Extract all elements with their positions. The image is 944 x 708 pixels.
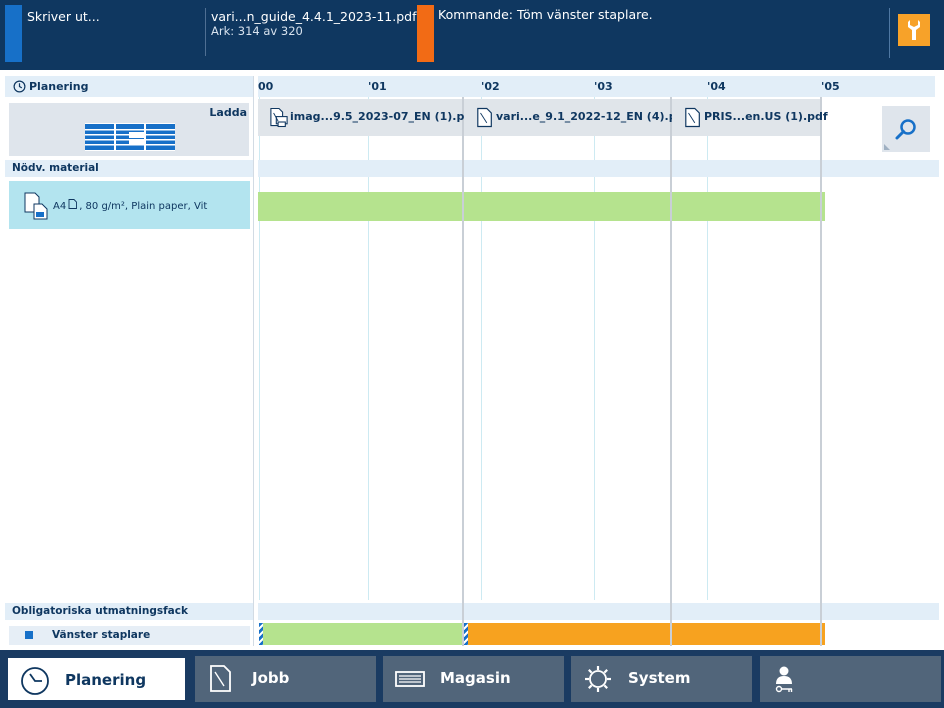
load-paper-area[interactable]: Ladda xyxy=(9,103,249,156)
tab-magasin[interactable]: Magasin xyxy=(383,656,564,702)
current-job-name[interactable]: vari...n_guide_4.4.1_2023-11.pdf xyxy=(211,9,417,24)
load-label: Ladda xyxy=(209,106,247,119)
search-icon xyxy=(895,119,916,140)
output-bar-pending xyxy=(468,623,825,645)
output-bar-completed xyxy=(263,623,462,645)
planning-panel-title: Planering xyxy=(29,80,89,93)
tab-jobb[interactable]: Jobb xyxy=(195,656,376,702)
tab-label: System xyxy=(628,669,691,687)
tab-label: Planering xyxy=(65,671,147,689)
current-job-progress: Ark: 314 av 320 xyxy=(211,24,303,38)
material-usage-bar xyxy=(258,192,825,221)
clock-icon xyxy=(21,667,49,695)
timeline-tick: '01 xyxy=(368,80,387,93)
job-card[interactable]: vari...e_9.1_2022-12_EN (4).pdf xyxy=(464,99,689,136)
timeline-tick: '04 xyxy=(707,80,726,93)
bottom-navigation: Planering Jobb Magasin System xyxy=(0,650,944,708)
zoom-button[interactable] xyxy=(882,106,930,152)
timeline-tick: '02 xyxy=(481,80,500,93)
job-separator xyxy=(670,97,672,646)
tray-icon xyxy=(395,671,425,687)
tab-label: Jobb xyxy=(252,669,290,687)
document-icon xyxy=(685,107,700,128)
job-separator xyxy=(820,97,822,646)
document-icon xyxy=(477,107,492,128)
job-card[interactable]: imag...9.5_2023-07_EN (1).pdf xyxy=(258,99,477,136)
required-material-section: Nödv. material xyxy=(5,160,253,177)
job-separator xyxy=(462,97,464,646)
printer-console: Skriver ut... vari...n_guide_4.4.1_2023-… xyxy=(0,0,944,708)
clock-icon xyxy=(13,80,26,93)
status-header: Skriver ut... vari...n_guide_4.4.1_2023-… xyxy=(0,0,944,70)
material-description: A4 , 80 g/m², Plain paper, Vit xyxy=(53,199,207,212)
tab-user[interactable] xyxy=(760,656,941,702)
wrench-icon xyxy=(908,20,920,40)
paper-stack-icon xyxy=(24,192,48,220)
header-divider xyxy=(889,8,890,58)
output-timeline-band xyxy=(258,603,939,620)
paper-properties: , 80 g/m², Plain paper, Vit xyxy=(79,201,208,212)
expand-corner-icon xyxy=(884,144,890,150)
job-name: imag...9.5_2023-07_EN (1).pdf xyxy=(290,110,478,123)
timeline-tick: 00 xyxy=(258,80,274,93)
gear-icon xyxy=(585,666,611,692)
printing-document-icon xyxy=(270,107,288,128)
job-name: PRIS...en.US (1).pdf xyxy=(704,110,828,123)
required-material-title: Nödv. material xyxy=(12,162,99,174)
user-key-icon xyxy=(775,666,793,693)
paper-trays-icon xyxy=(85,123,175,151)
printing-status-indicator xyxy=(5,5,22,62)
portrait-orientation-icon xyxy=(68,199,78,209)
stacker-icon xyxy=(25,631,33,639)
header-divider xyxy=(205,8,206,56)
material-item[interactable]: A4 , 80 g/m², Plain paper, Vit xyxy=(9,181,250,229)
material-timeline-band xyxy=(258,160,939,177)
tab-system[interactable]: System xyxy=(571,656,752,702)
upcoming-command-text[interactable]: Kommande: Töm vänster staplare. xyxy=(438,7,653,22)
output-trays-title: Obligatoriska utmatningsfack xyxy=(12,605,188,617)
maintenance-button[interactable] xyxy=(898,14,930,46)
command-indicator xyxy=(417,5,434,62)
output-tray-item[interactable]: Vänster staplare xyxy=(9,626,250,645)
paper-size: A4 xyxy=(53,201,67,212)
panel-divider xyxy=(253,76,254,646)
output-trays-section: Obligatoriska utmatningsfack xyxy=(5,603,253,620)
tab-planering[interactable]: Planering xyxy=(6,656,187,702)
output-tray-label: Vänster staplare xyxy=(52,629,151,641)
document-icon xyxy=(210,665,231,692)
printer-status-text: Skriver ut... xyxy=(27,9,100,24)
tab-label: Magasin xyxy=(440,669,511,687)
planning-panel-header: Planering xyxy=(5,76,253,97)
timeline-tick: '05 xyxy=(821,80,840,93)
timeline-tick: '03 xyxy=(594,80,613,93)
job-name: vari...e_9.1_2022-12_EN (4).pdf xyxy=(496,110,690,123)
job-card[interactable]: PRIS...en.US (1).pdf xyxy=(672,99,828,136)
